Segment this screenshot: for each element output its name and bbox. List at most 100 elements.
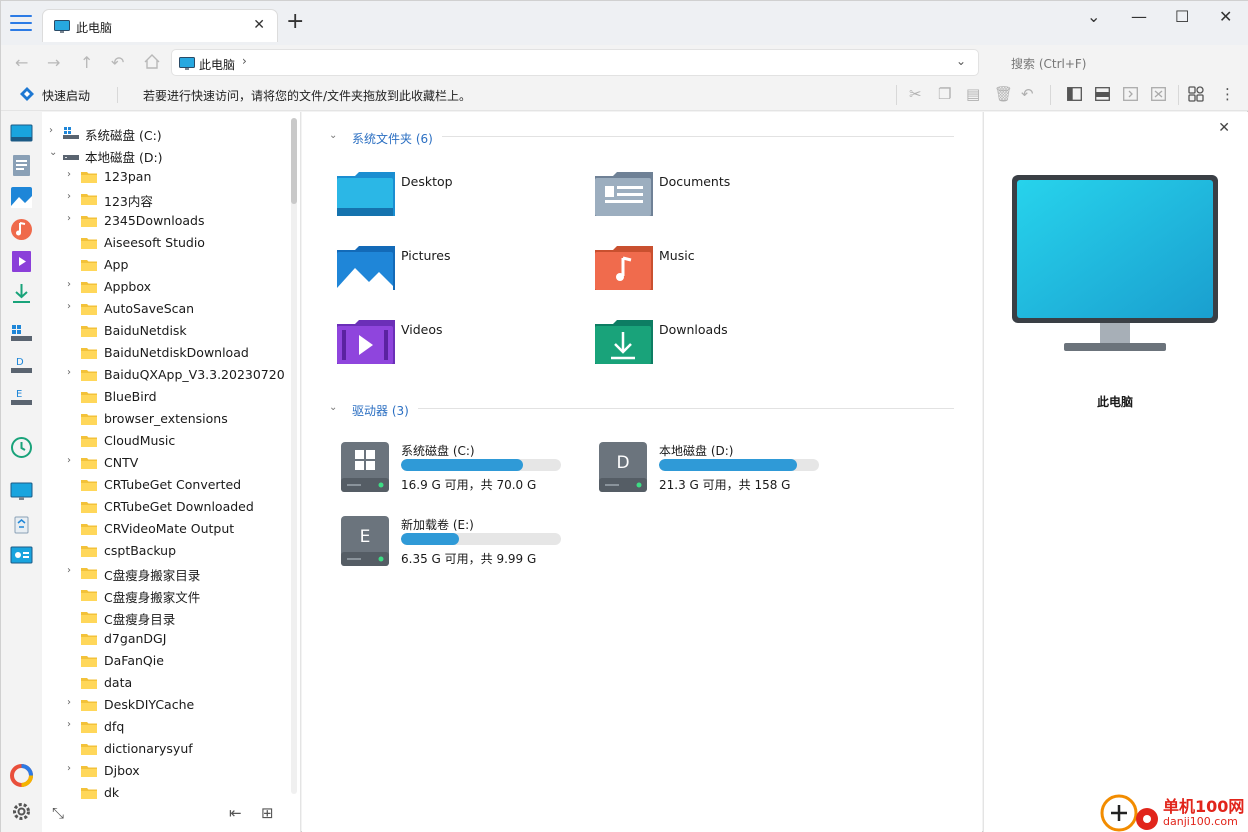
chevron-right-icon[interactable]: › bbox=[67, 367, 71, 378]
tree-folder-item[interactable]: C盘瘦身搬家文件 bbox=[42, 584, 287, 606]
music-icon[interactable] bbox=[10, 218, 33, 241]
menu-icon[interactable] bbox=[10, 15, 32, 31]
drive-d-icon[interactable]: D bbox=[10, 354, 33, 377]
tree-drive-item[interactable]: › 系统磁盘 (C:) bbox=[42, 122, 287, 144]
tree-folder-item[interactable]: CRTubeGet Downloaded bbox=[42, 496, 287, 518]
tree-folder-item[interactable]: › 123pan bbox=[42, 166, 287, 188]
folder-tile-desktop[interactable]: Desktop bbox=[337, 170, 567, 226]
system-folders-heading[interactable]: 系统文件夹 (6) bbox=[352, 130, 433, 147]
desktop-icon[interactable] bbox=[10, 122, 33, 145]
tree-folder-item[interactable]: › Appbox bbox=[42, 276, 287, 298]
recycle-bin-icon[interactable] bbox=[10, 512, 33, 535]
view-options-icon[interactable] bbox=[1188, 86, 1204, 102]
tree-scrollbar-track[interactable] bbox=[291, 118, 297, 794]
maximize-button[interactable]: ☐ bbox=[1175, 7, 1189, 26]
chevron-right-icon[interactable]: › bbox=[67, 169, 71, 180]
breadcrumb-this-pc[interactable]: 此电脑 bbox=[199, 56, 235, 73]
new-tab-button[interactable]: + bbox=[286, 11, 304, 33]
details-pane-icon[interactable] bbox=[1151, 87, 1166, 101]
up-arrow-icon[interactable]: ↑ bbox=[80, 53, 93, 72]
indent-icon[interactable]: ⇤ bbox=[229, 804, 242, 822]
tree-folder-item[interactable]: › AutoSaveScan bbox=[42, 298, 287, 320]
folder-tile-pictures[interactable]: Pictures bbox=[337, 244, 567, 300]
tree-folder-item[interactable]: › DeskDIYCache bbox=[42, 694, 287, 716]
tree-folder-item[interactable]: › BaiduQXApp_V3.3.20230720 bbox=[42, 364, 287, 386]
downloads-icon[interactable] bbox=[10, 282, 33, 305]
tree-folder-item[interactable]: data bbox=[42, 672, 287, 694]
cut-icon[interactable]: ✂ bbox=[909, 85, 922, 103]
tree-folder-item[interactable]: BlueBird bbox=[42, 386, 287, 408]
drive-c-icon[interactable] bbox=[10, 322, 33, 345]
tree-folder-item[interactable]: › 123内容 bbox=[42, 188, 287, 210]
tree-folder-item[interactable]: › Djbox bbox=[42, 760, 287, 782]
window-dropdown-button[interactable]: ⌄ bbox=[1087, 7, 1100, 26]
drives-heading[interactable]: 驱动器 (3) bbox=[352, 402, 409, 419]
undo-icon[interactable]: ↶ bbox=[111, 53, 124, 72]
app-logo-icon[interactable] bbox=[10, 764, 33, 787]
documents-icon[interactable] bbox=[10, 154, 33, 177]
paste-icon[interactable]: ▤ bbox=[966, 85, 980, 103]
tab-this-pc[interactable]: 此电脑 ✕ bbox=[42, 9, 278, 42]
section-collapse-icon[interactable]: ⌄ bbox=[329, 130, 337, 141]
drive-e-icon[interactable]: E bbox=[10, 386, 33, 409]
folder-tile-downloads[interactable]: Downloads bbox=[595, 318, 825, 374]
drive-tile[interactable]: 系统磁盘 (C:) 16.9 G 可用，共 70.0 G bbox=[337, 442, 577, 498]
tree-folder-item[interactable]: dk bbox=[42, 782, 287, 804]
delete-icon[interactable]: 🗑 bbox=[994, 85, 1013, 103]
tree-folder-item[interactable]: CloudMusic bbox=[42, 430, 287, 452]
chevron-right-icon[interactable]: › bbox=[67, 763, 71, 774]
tree-folder-item[interactable]: d7ganDGJ bbox=[42, 628, 287, 650]
tree-scrollbar-thumb[interactable] bbox=[291, 118, 297, 204]
tree-folder-item[interactable]: App bbox=[42, 254, 287, 276]
search-input[interactable]: 搜索 (Ctrl+F) bbox=[1011, 55, 1087, 72]
tree-folder-item[interactable]: CRVideoMate Output bbox=[42, 518, 287, 540]
chevron-right-icon[interactable]: › bbox=[67, 455, 71, 466]
more-options-icon[interactable]: ⋮ bbox=[1220, 85, 1235, 103]
copy-icon[interactable]: ❐ bbox=[938, 85, 951, 103]
control-panel-icon[interactable] bbox=[10, 544, 33, 567]
chevron-right-icon[interactable]: › bbox=[67, 719, 71, 730]
tree-drive-item[interactable]: ⌄ 本地磁盘 (D:) bbox=[42, 144, 287, 166]
address-history-dropdown[interactable]: ⌄ bbox=[956, 54, 966, 68]
tree-folder-item[interactable]: C盘瘦身目录 bbox=[42, 606, 287, 628]
chevron-right-icon[interactable]: › bbox=[67, 213, 71, 224]
breadcrumb-chevron-icon[interactable]: › bbox=[242, 54, 247, 68]
tree-folder-item[interactable]: › CNTV bbox=[42, 452, 287, 474]
chevron-down-icon[interactable]: ⌄ bbox=[49, 147, 57, 158]
tab-close-icon[interactable]: ✕ bbox=[253, 17, 265, 33]
drive-tile[interactable]: D 本地磁盘 (D:) 21.3 G 可用，共 158 G bbox=[595, 442, 835, 498]
chevron-right-icon[interactable]: › bbox=[49, 125, 53, 136]
tree-folder-item[interactable]: csptBackup bbox=[42, 540, 287, 562]
back-arrow-icon[interactable]: ← bbox=[15, 53, 28, 72]
pictures-icon[interactable] bbox=[10, 186, 33, 209]
tree-folder-item[interactable]: › C盘瘦身搬家目录 bbox=[42, 562, 287, 584]
tree-view-icon[interactable]: ⊞ bbox=[261, 804, 274, 822]
chevron-right-icon[interactable]: › bbox=[67, 191, 71, 202]
details-close-icon[interactable]: ✕ bbox=[1218, 120, 1230, 136]
settings-gear-icon[interactable] bbox=[10, 800, 33, 823]
tree-folder-item[interactable]: dictionarysyuf bbox=[42, 738, 287, 760]
recent-icon[interactable] bbox=[10, 436, 33, 459]
minimize-button[interactable]: — bbox=[1131, 7, 1147, 26]
folder-tile-music[interactable]: Music bbox=[595, 244, 825, 300]
tree-folder-item[interactable]: BaiduNetdisk bbox=[42, 320, 287, 342]
chevron-right-icon[interactable]: › bbox=[67, 279, 71, 290]
preview-pane-icon[interactable] bbox=[1123, 87, 1138, 101]
close-button[interactable]: ✕ bbox=[1219, 7, 1232, 26]
quick-launch-icon[interactable] bbox=[19, 86, 35, 102]
home-icon[interactable] bbox=[144, 54, 160, 69]
address-bar[interactable]: 此电脑 › ⌄ bbox=[171, 49, 979, 76]
tree-folder-item[interactable]: browser_extensions bbox=[42, 408, 287, 430]
tree-folder-item[interactable]: › dfq bbox=[42, 716, 287, 738]
folder-tile-videos[interactable]: Videos bbox=[337, 318, 567, 374]
chevron-right-icon[interactable]: › bbox=[67, 301, 71, 312]
undo-icon[interactable]: ↶ bbox=[1021, 85, 1034, 103]
tree-folder-item[interactable]: BaiduNetdiskDownload bbox=[42, 342, 287, 364]
this-pc-icon[interactable] bbox=[10, 480, 33, 503]
chevron-right-icon[interactable]: › bbox=[67, 565, 71, 576]
quick-launch-label[interactable]: 快速启动 bbox=[42, 87, 90, 104]
collapse-all-icon[interactable]: ⤡ bbox=[52, 804, 64, 822]
drive-tile[interactable]: E 新加载卷 (E:) 6.35 G 可用，共 9.99 G bbox=[337, 516, 577, 572]
tree-folder-item[interactable]: DaFanQie bbox=[42, 650, 287, 672]
chevron-right-icon[interactable]: › bbox=[67, 697, 71, 708]
